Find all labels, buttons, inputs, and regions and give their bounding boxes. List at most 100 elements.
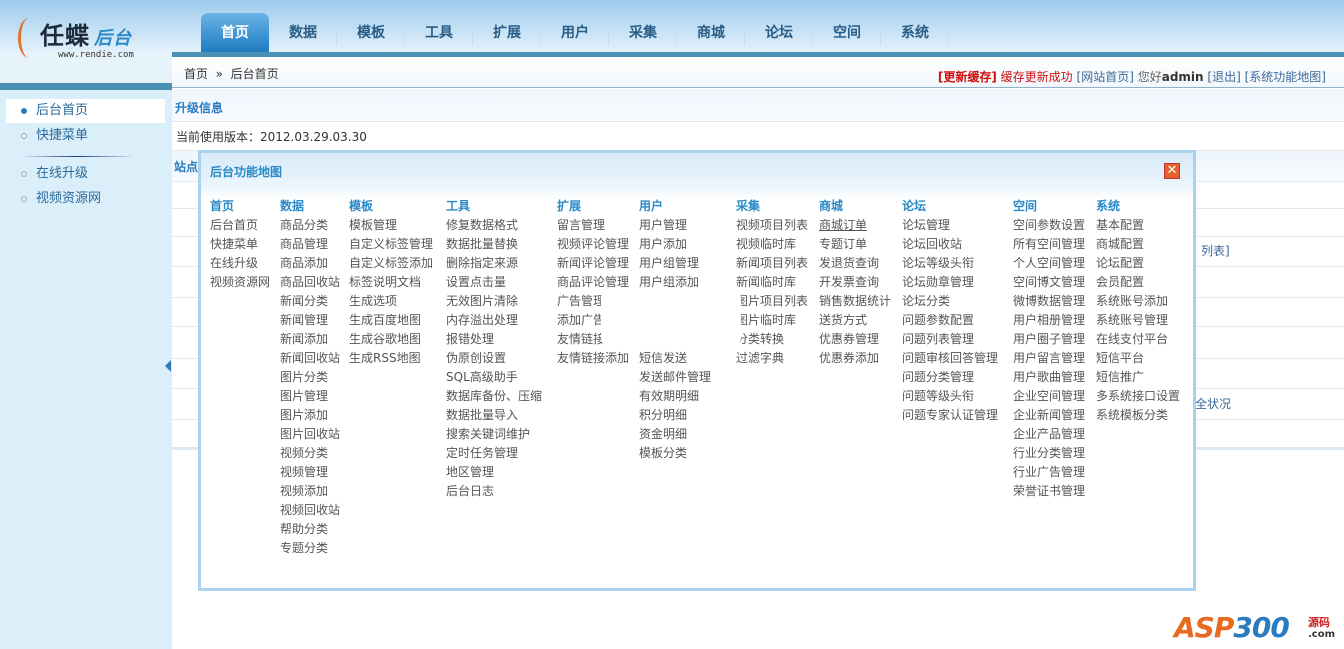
sitemap-link[interactable]: 论坛分类 — [902, 292, 998, 311]
sitemap-link[interactable]: 发退货查询 — [819, 254, 891, 273]
sitemap-link[interactable]: 图片项目列表 — [736, 292, 808, 311]
sitemap-link[interactable]: 问题参数配置 — [902, 311, 998, 330]
sitemap-link[interactable]: 用户留言管理 — [1013, 349, 1085, 368]
sitemap-link[interactable]: 新闻项目列表 — [736, 254, 808, 273]
sitemap-link[interactable]: 论坛管理 — [902, 216, 998, 235]
sitemap-link[interactable]: 空间参数设置 — [1013, 216, 1085, 235]
sidebar-item-upgrade[interactable]: 在线升级 — [6, 162, 165, 186]
sitemap-link[interactable]: 优惠券管理 — [819, 330, 891, 349]
sitemap-link[interactable]: 所有空间管理 — [1013, 235, 1085, 254]
sitemap-link[interactable]: 图片回收站 — [280, 425, 340, 444]
column-heading[interactable]: 数据 — [280, 197, 340, 216]
sitemap-link[interactable]: 搜索关键词维护 — [446, 425, 542, 444]
sitemap-link[interactable]: 图片管理 — [280, 387, 340, 406]
sitemap-link[interactable]: 系统模板分类 — [1096, 406, 1180, 425]
sitemap-link[interactable]: 新闻临时库 — [736, 273, 808, 292]
close-icon[interactable]: ✕ — [1164, 163, 1180, 179]
sitemap-link[interactable]: 企业产品管理 — [1013, 425, 1085, 444]
sitemap-link[interactable]: 视频管理 — [280, 463, 340, 482]
sitemap-link[interactable]: 商品回收站 — [280, 273, 340, 292]
sitemap-link[interactable]: 新闻添加 — [280, 330, 340, 349]
column-heading[interactable]: 工具 — [446, 197, 542, 216]
sitemap-link[interactable]: 短信推广 — [1096, 368, 1180, 387]
sidebar-item-video-resources[interactable]: 视频资源网 — [6, 187, 165, 211]
sitemap-link[interactable]: 多系统接口设置 — [1096, 387, 1180, 406]
sitemap-link[interactable]: 生成谷歌地图 — [349, 330, 433, 349]
column-heading[interactable]: 首页 — [210, 197, 270, 216]
sitemap-link[interactable]: 发送邮件管理 — [639, 368, 711, 387]
site-home-link[interactable]: [网站首页] — [1077, 70, 1134, 84]
sitemap-link[interactable]: 视频临时库 — [736, 235, 808, 254]
column-heading[interactable]: 用户 — [639, 197, 711, 216]
sitemap-link[interactable]: 用户相册管理 — [1013, 311, 1085, 330]
sitemap-link[interactable]: 问题专家认证管理 — [902, 406, 998, 425]
sitemap-link[interactable]: 新闻评论管理 — [557, 254, 629, 273]
column-heading[interactable]: 论坛 — [902, 197, 998, 216]
sitemap-link[interactable]: 标签说明文档 — [349, 273, 433, 292]
sitemap-link[interactable]: 行业广告管理 — [1013, 463, 1085, 482]
sitemap-link[interactable]: 视频分类 — [280, 444, 340, 463]
sitemap-link[interactable]: 行业分类管理 — [1013, 444, 1085, 463]
sitemap-link[interactable]: 生成百度地图 — [349, 311, 433, 330]
sitemap-link[interactable]: 数据库备份、压缩 — [446, 387, 542, 406]
tab-3[interactable]: 工具 — [405, 13, 473, 52]
sitemap-link[interactable]: 后台首页 — [210, 216, 270, 235]
tab-7[interactable]: 商城 — [677, 13, 745, 52]
sitemap-link[interactable]: 伪原创设置 — [446, 349, 542, 368]
sitemap-link[interactable]: 短信发送 — [639, 349, 711, 368]
sitemap-link[interactable]: 图片临时库 — [736, 311, 808, 330]
sitemap-link[interactable]: 空间博文管理 — [1013, 273, 1085, 292]
sidebar-item-home[interactable]: 后台首页 — [6, 99, 165, 123]
breadcrumb-home[interactable]: 首页 — [184, 67, 208, 81]
sitemap-link[interactable]: 用户歌曲管理 — [1013, 368, 1085, 387]
sitemap-link[interactable]: 模板分类 — [639, 444, 711, 463]
sitemap-link[interactable]: 积分明细 — [639, 406, 711, 425]
sitemap-link[interactable]: 新闻管理 — [280, 311, 340, 330]
sitemap-link[interactable]: 报错处理 — [446, 330, 542, 349]
sitemap-link[interactable]: 帮助分类 — [280, 520, 340, 539]
sitemap-link[interactable]: 问题等级头衔 — [902, 387, 998, 406]
tab-9[interactable]: 空间 — [813, 13, 881, 52]
sitemap-link[interactable]: 问题审核回答管理 — [902, 349, 998, 368]
sitemap-link[interactable]: 企业新闻管理 — [1013, 406, 1085, 425]
sitemap-link[interactable]: 论坛回收站 — [902, 235, 998, 254]
sitemap-link[interactable]: 在线升级 — [210, 254, 270, 273]
sitemap-link[interactable]: 短信平台 — [1096, 349, 1180, 368]
sitemap-link[interactable]: 删除指定来源 — [446, 254, 542, 273]
sitemap-link[interactable]: 在线支付平台 — [1096, 330, 1180, 349]
sitemap-link[interactable]: 资金明细 — [639, 425, 711, 444]
sitemap-link[interactable]: 地区管理 — [446, 463, 542, 482]
sitemap-link[interactable]: 视频回收站 — [280, 501, 340, 520]
sitemap-link[interactable]: 过滤字典 — [736, 349, 808, 368]
tab-0[interactable]: 首页 — [201, 13, 269, 52]
logout-link[interactable]: [退出] — [1207, 70, 1240, 84]
sitemap-link[interactable]: 微博数据管理 — [1013, 292, 1085, 311]
collapse-sidebar-arrow-icon[interactable] — [165, 360, 171, 372]
tab-5[interactable]: 用户 — [541, 13, 609, 52]
sitemap-link[interactable]: 修复数据格式 — [446, 216, 542, 235]
sitemap-link[interactable]: 商品分类 — [280, 216, 340, 235]
sitemap-link[interactable]: 模板管理 — [349, 216, 433, 235]
sitemap-link[interactable]: 专题分类 — [280, 539, 340, 558]
sitemap-link[interactable]: 内存溢出处理 — [446, 311, 542, 330]
sitemap-link[interactable]: 商品添加 — [280, 254, 340, 273]
sitemap-link[interactable]: 会员配置 — [1096, 273, 1180, 292]
sitemap-link[interactable]: 视频评论管理 — [557, 235, 629, 254]
sitemap-link[interactable]: 优惠券添加 — [819, 349, 891, 368]
sitemap-link[interactable]: 图片分类 — [280, 368, 340, 387]
sitemap-link[interactable]: 开发票查询 — [819, 273, 891, 292]
sitemap-link[interactable]: 数据批量替换 — [446, 235, 542, 254]
tab-6[interactable]: 采集 — [609, 13, 677, 52]
sitemap-link[interactable]: 企业空间管理 — [1013, 387, 1085, 406]
sidebar-item-shortcuts[interactable]: 快捷菜单 — [6, 124, 165, 148]
sitemap-link[interactable]: 商城配置 — [1096, 235, 1180, 254]
sitemap-link[interactable]: 新闻回收站 — [280, 349, 340, 368]
column-heading[interactable]: 扩展 — [557, 197, 629, 216]
sitemap-link[interactable]: 商品管理 — [280, 235, 340, 254]
sitemap-link[interactable]: 自定义标签添加 — [349, 254, 433, 273]
sitemap-link[interactable]: 销售数据统计 — [819, 292, 891, 311]
sitemap-link[interactable]: 用户添加 — [639, 235, 711, 254]
sitemap-link[interactable]: 问题分类管理 — [902, 368, 998, 387]
sitemap-link[interactable]: 新闻分类 — [280, 292, 340, 311]
column-heading[interactable]: 空间 — [1013, 197, 1085, 216]
